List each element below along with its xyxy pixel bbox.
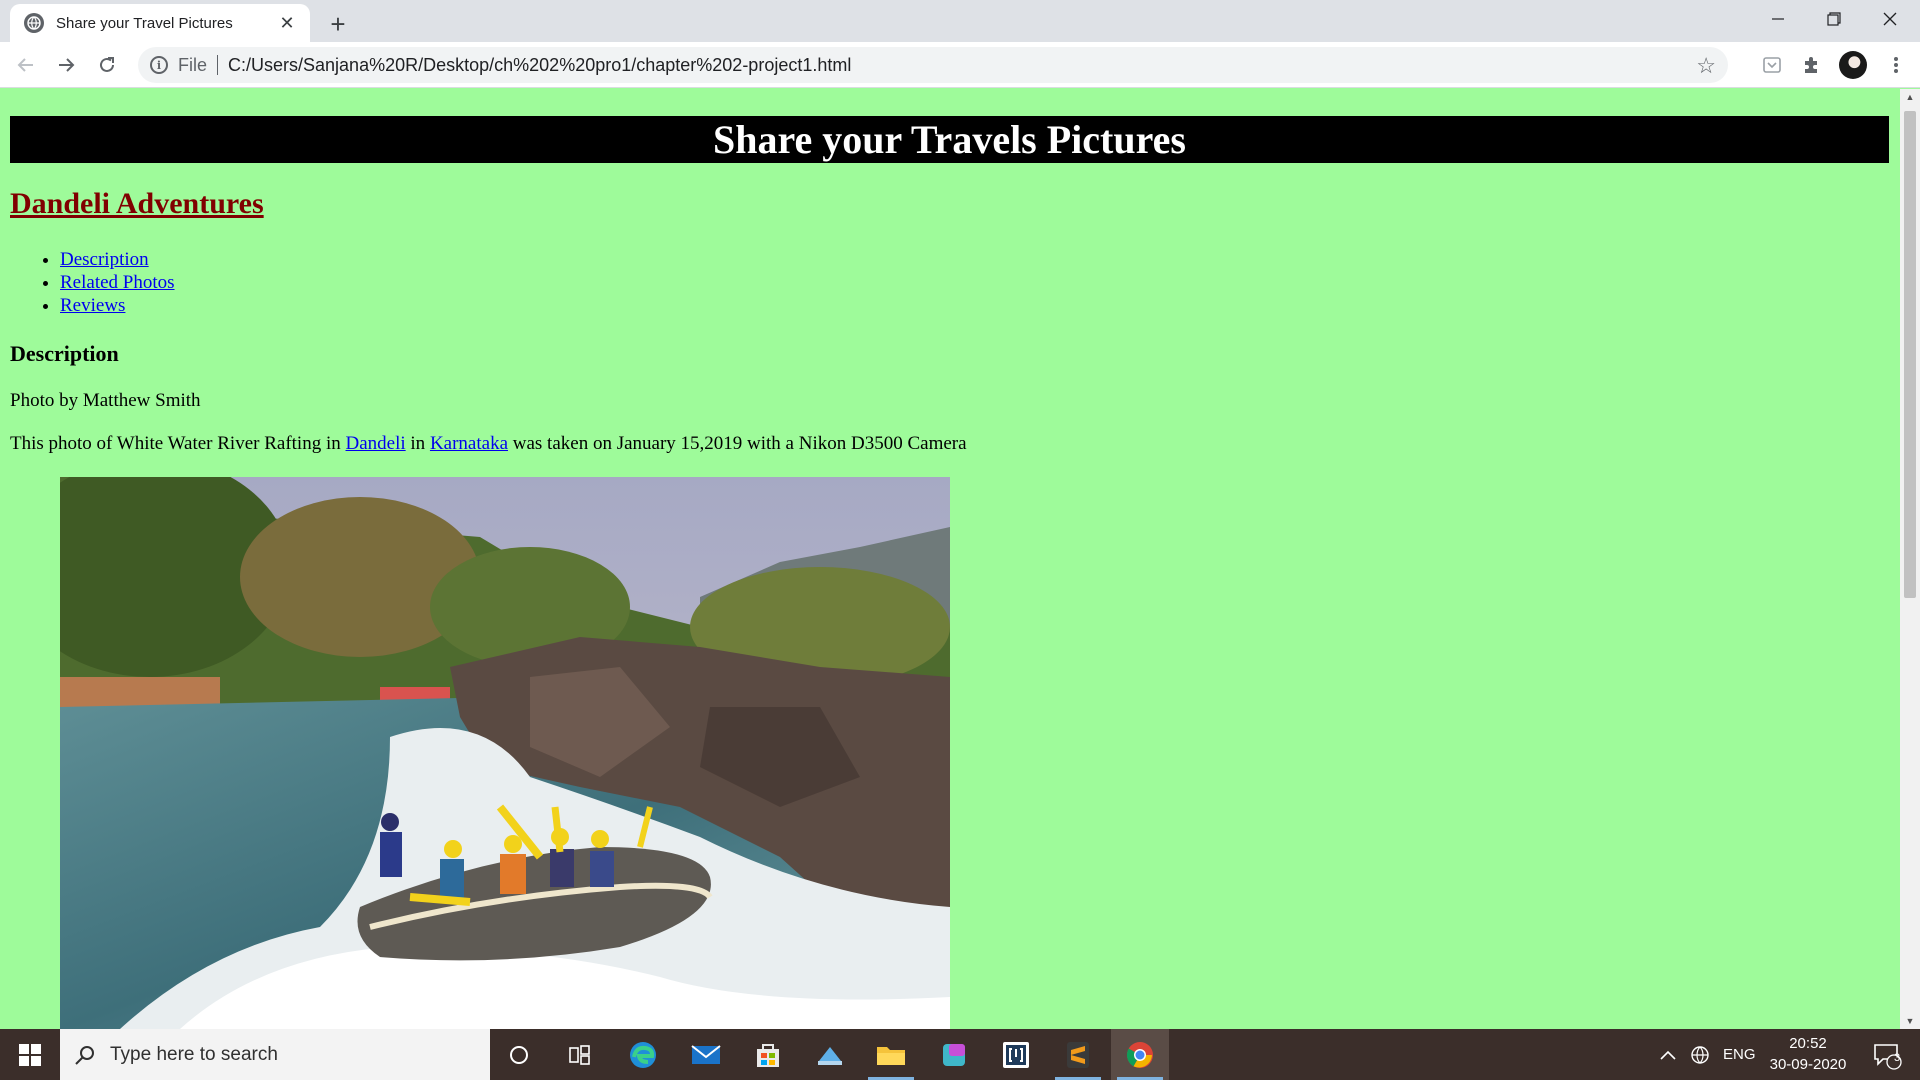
globe-icon [24,13,44,33]
dandeli-heading-link[interactable]: Dandeli Adventures [10,187,264,221]
address-bar[interactable]: i File C:/Users/Sanjana%20R/Desktop/ch%2… [138,47,1728,83]
address-separator [217,55,219,75]
browser-tab[interactable]: Share your Travel Pictures ✕ [10,4,310,42]
task-view-icon[interactable] [551,1029,609,1080]
nav-list-item: Related Photos [60,271,175,294]
reviews-link[interactable]: Reviews [60,295,125,316]
rafting-photo [60,477,950,1029]
close-window-button[interactable] [1862,0,1918,38]
new-tab-button[interactable]: + [322,8,354,40]
more-menu-icon[interactable] [1880,49,1912,81]
tab-strip: Share your Travel Pictures ✕ + [0,0,1920,42]
close-tab-icon[interactable]: ✕ [276,12,298,34]
photo-credit: Photo by Matthew Smith [10,390,201,411]
caption-text-1: This photo of White Water River Rafting … [10,433,341,454]
info-icon[interactable]: i [150,56,168,74]
page-scrollbar[interactable]: ▲ ▼ [1900,89,1920,1029]
browser-toolbar: i File C:/Users/Sanjana%20R/Desktop/ch%2… [0,42,1920,88]
scrollbar-thumb[interactable] [1904,111,1916,598]
taskbar-search-box[interactable]: Type here to search [60,1029,490,1080]
address-scheme: File [178,54,208,75]
notification-count-badge: 3 [1893,1052,1901,1064]
cortana-icon[interactable] [490,1029,548,1080]
windows-taskbar: Type here to search ENG 20:52 30-09-2020… [0,1029,1920,1080]
forward-button[interactable] [50,49,82,81]
nav-list-item: Description [60,248,175,271]
search-placeholder: Type here to search [110,1043,278,1065]
scroll-down-arrow-icon[interactable]: ▼ [1900,1013,1920,1029]
nav-list-item: Reviews [60,294,175,317]
dandeli-link[interactable]: Dandeli [346,433,406,454]
pocket-icon[interactable] [1756,49,1788,81]
reload-button[interactable] [91,49,123,81]
restore-button[interactable] [1806,0,1862,38]
chrome-icon[interactable] [1111,1029,1169,1080]
action-center-icon[interactable]: 3 [1862,1029,1912,1080]
clock-time: 20:52 [1789,1035,1827,1052]
tab-title: Share your Travel Pictures [56,14,233,32]
file-explorer-icon[interactable] [862,1029,920,1080]
search-icon [75,1045,94,1065]
windows-start-button[interactable] [0,1029,60,1080]
related-photos-link[interactable]: Related Photos [60,272,175,293]
karnataka-link[interactable]: Karnataka [430,433,508,454]
caption-text-2: was taken on January 15,2019 with a Niko… [512,433,967,454]
caption-text-in: in [410,433,426,454]
sublime-text-icon[interactable] [1049,1029,1107,1080]
minimize-button[interactable] [1750,0,1806,38]
address-url[interactable]: C:/Users/Sanjana%20R/Desktop/ch%202%20pr… [228,55,851,76]
photos-app-icon[interactable] [801,1029,859,1080]
page-nav-list: Description Related Photos Reviews [60,248,175,317]
bookmark-star-icon[interactable]: ☆ [1696,53,1716,79]
mail-icon[interactable] [677,1029,735,1080]
taskbar-clock[interactable]: 20:52 30-09-2020 [1762,1033,1854,1075]
clock-date: 30-09-2020 [1769,1056,1847,1073]
show-hidden-icons-chevron-icon[interactable] [1660,1029,1676,1080]
scroll-up-arrow-icon[interactable]: ▲ [1900,89,1920,105]
extensions-puzzle-icon[interactable] [1796,49,1828,81]
language-indicator[interactable]: ENG [1723,1029,1756,1080]
description-link[interactable]: Description [60,249,149,270]
network-globe-icon[interactable] [1690,1029,1710,1080]
paint3d-icon[interactable] [925,1029,983,1080]
description-heading: Description [10,341,119,366]
photo-caption: This photo of White Water River Rafting … [10,433,967,455]
edge-browser-icon[interactable] [614,1029,672,1080]
app-icon-bracket[interactable] [987,1029,1045,1080]
profile-avatar[interactable] [1839,51,1867,79]
web-page: Share your Travels Pictures Dandeli Adve… [0,89,1900,1029]
microsoft-store-icon[interactable] [739,1029,797,1080]
back-button[interactable] [10,49,42,81]
page-banner-title: Share your Travels Pictures [10,116,1889,163]
